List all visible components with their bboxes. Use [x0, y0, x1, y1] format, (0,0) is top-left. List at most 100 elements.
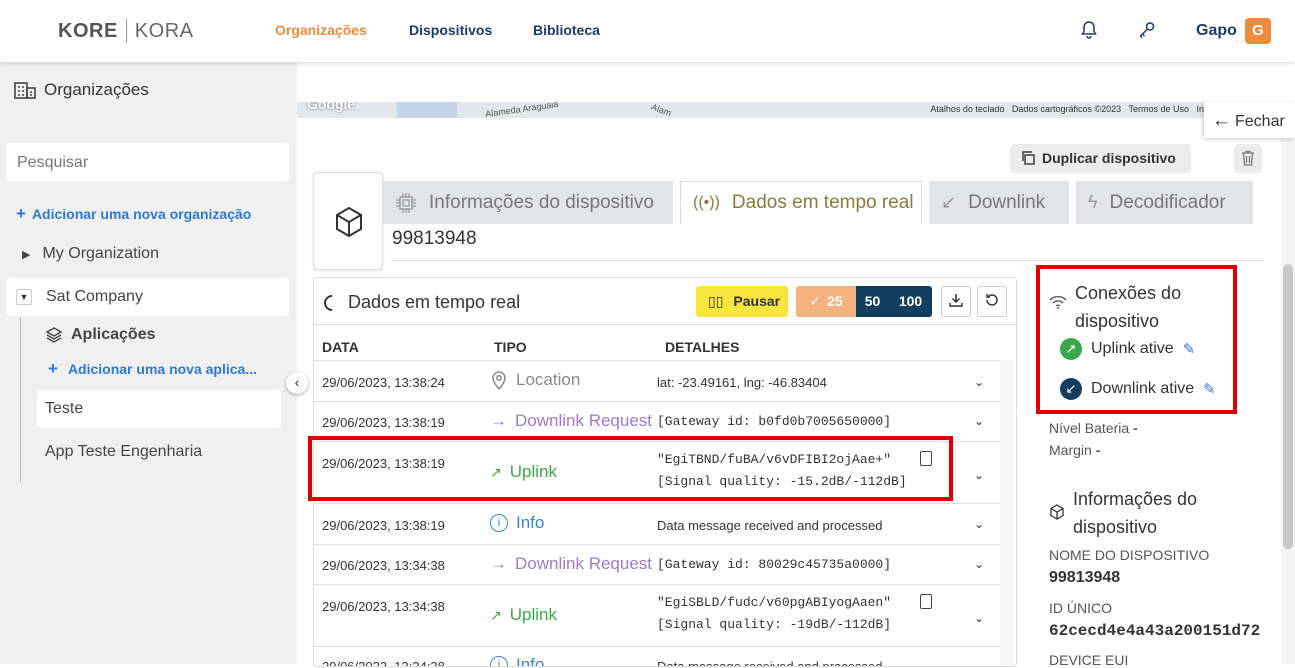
table-row[interactable]: 29/06/2023, 13:34:38 → Downlink Request …	[314, 544, 1000, 584]
layers-icon	[45, 327, 63, 343]
table-row[interactable]: 29/06/2023, 13:38:19 → Downlink Request …	[314, 401, 1000, 441]
table-scrollbar[interactable]	[1000, 360, 1014, 666]
add-organization-link[interactable]: + Adicionar uma nova organização	[16, 204, 251, 224]
realtime-title-text: Dados em tempo real	[348, 292, 521, 312]
tree-line	[20, 317, 21, 482]
page-scrollbar[interactable]	[1281, 124, 1295, 664]
google-logo: Google	[307, 102, 356, 112]
org-sat-company[interactable]: ▼ Sat Company	[6, 278, 289, 316]
download-button[interactable]	[941, 286, 971, 317]
page-size-label: 25	[827, 293, 843, 309]
row-details: lat: -23.49161, lng: -46.83404	[657, 375, 827, 390]
tab-decoder[interactable]: ϟ Decodificador	[1076, 181, 1253, 224]
location-pin-icon	[492, 371, 506, 390]
close-label: Fechar	[1235, 113, 1285, 130]
pause-icon: ▯▯	[708, 293, 724, 309]
tab-device-info[interactable]: Informações do dispositivo	[383, 181, 673, 224]
row-details-signal: [Signal quality: -19dB/-112dB]	[657, 617, 892, 632]
org-label: Sat Company	[46, 288, 143, 305]
logo-kora-text: KORA	[134, 19, 194, 42]
close-button[interactable]: ← Fechar	[1204, 102, 1295, 138]
map[interactable]: Google Alameda Araguaia Alam Atalhos do …	[297, 102, 1282, 118]
chevron-down-icon[interactable]: ⌄	[974, 414, 984, 428]
row-type-label: Info	[516, 655, 545, 667]
device-avatar	[313, 172, 383, 270]
map-attribution[interactable]: Atalhos do teclado Dados cartográficos ©…	[930, 104, 1222, 114]
chevron-down-icon[interactable]: ⌄	[974, 611, 984, 625]
chevron-down-icon[interactable]: ⌄	[974, 468, 984, 482]
tab-realtime[interactable]: ((•)) Dados em tempo real	[680, 181, 922, 224]
chevron-down-icon[interactable]: ⌄	[974, 375, 984, 389]
tab-label: Downlink	[968, 191, 1046, 213]
page-size-25[interactable]: ✓ 25	[796, 286, 856, 317]
caret-right-icon: ▶	[22, 249, 31, 261]
clipboard-icon[interactable]	[920, 594, 932, 609]
check-icon: ✓	[809, 293, 822, 309]
sidebar: Organizações Pesquisar + Adicionar uma no…	[0, 62, 297, 664]
table-row[interactable]: 29/06/2023, 13:38:19 i Info Data message…	[314, 503, 1000, 544]
row-type: Location	[490, 370, 580, 390]
scrollbar-thumb[interactable]	[1283, 264, 1293, 549]
nav-biblioteca[interactable]: Biblioteca	[533, 22, 600, 38]
delete-device-button[interactable]	[1234, 144, 1262, 173]
row-date: 29/06/2023, 13:34:38	[322, 659, 445, 667]
chevron-down-icon[interactable]: ⌄	[974, 517, 984, 531]
nav-organizacoes[interactable]: Organizações	[275, 22, 367, 38]
user-name[interactable]: Gapo	[1196, 22, 1237, 40]
battery-label: Nível Bateria	[1049, 420, 1130, 436]
arrow-right-icon: →	[490, 554, 507, 573]
page-size-50[interactable]: 50	[856, 286, 889, 317]
nav-dispositivos[interactable]: Dispositivos	[409, 22, 492, 38]
pause-button[interactable]: ▯▯ Pausar	[696, 286, 788, 317]
margin-value: -	[1095, 442, 1101, 458]
logo-divider	[125, 19, 127, 43]
applications-header: Aplicações	[45, 326, 155, 344]
row-type-label: Info	[516, 513, 545, 532]
building-icon	[14, 82, 36, 99]
avatar[interactable]: G	[1245, 18, 1271, 44]
kore-logo[interactable]: KORE KORA	[58, 19, 193, 43]
row-date: 29/06/2023, 13:38:19	[322, 518, 445, 533]
chevron-down-icon[interactable]: ⌄	[974, 557, 984, 571]
row-date: 29/06/2023, 13:38:24	[322, 375, 445, 390]
collapse-sidebar-button[interactable]: ‹	[286, 372, 308, 394]
refresh-button[interactable]	[977, 286, 1007, 317]
bolt-icon: ϟ	[1088, 192, 1098, 212]
broadcast-icon: ((•))	[693, 194, 720, 211]
plus-icon: +	[48, 359, 58, 378]
row-date: 29/06/2023, 13:38:19	[322, 415, 445, 430]
bell-icon[interactable]	[1079, 20, 1099, 40]
unique-id-value: 62cecd4e4a43a200151d72	[1049, 622, 1261, 640]
highlight-connections	[1036, 265, 1237, 414]
pause-label: Pausar	[733, 293, 781, 309]
app-teste-engenharia[interactable]: App Teste Engenharia	[45, 443, 202, 461]
sidebar-title: Organizações	[14, 80, 149, 100]
row-type: → Downlink Request	[490, 411, 652, 431]
arrow-up-right-icon: ↗	[490, 606, 502, 623]
device-name-label: NOME DO DISPOSITIVO	[1049, 547, 1210, 563]
tab-downlink[interactable]: ↙ Downlink	[929, 181, 1069, 224]
cube-icon	[1050, 504, 1064, 520]
org-my-organization[interactable]: ▶ My Organization	[22, 245, 159, 263]
column-date: DATA	[322, 339, 359, 355]
search-input[interactable]: Pesquisar	[6, 143, 289, 181]
duplicate-device-button[interactable]: Duplicar dispositivo	[1010, 144, 1191, 173]
row-date: 29/06/2023, 13:34:38	[322, 558, 445, 573]
app-teste[interactable]: Teste	[37, 390, 281, 428]
device-eui-label: DEVICE EUI	[1049, 652, 1129, 668]
page-size-100[interactable]: 100	[889, 286, 932, 317]
row-details: Data message received and processed	[657, 518, 883, 533]
org-label: My Organization	[42, 245, 159, 262]
table-header: DATA TIPO DETALHES	[314, 324, 1016, 360]
battery-level: Nível Bateria -	[1049, 420, 1138, 436]
device-name-value: 99813948	[1049, 569, 1121, 586]
add-application-link[interactable]: + Adicionar uma nova aplica...	[48, 359, 257, 379]
cube-icon	[336, 206, 362, 238]
caret-down-icon: ▼	[16, 289, 32, 305]
row-type-label: Downlink Request	[515, 411, 653, 430]
unique-id-label: ID ÚNICO	[1049, 600, 1112, 616]
key-icon[interactable]	[1137, 20, 1157, 40]
table-row[interactable]: 29/06/2023, 13:34:38 ↗ Uplink "EgiSBLD/f…	[314, 584, 1000, 646]
table-row[interactable]: 29/06/2023, 13:38:24 Location lat: -23.4…	[314, 360, 1000, 401]
row-type-label: Location	[516, 370, 581, 389]
